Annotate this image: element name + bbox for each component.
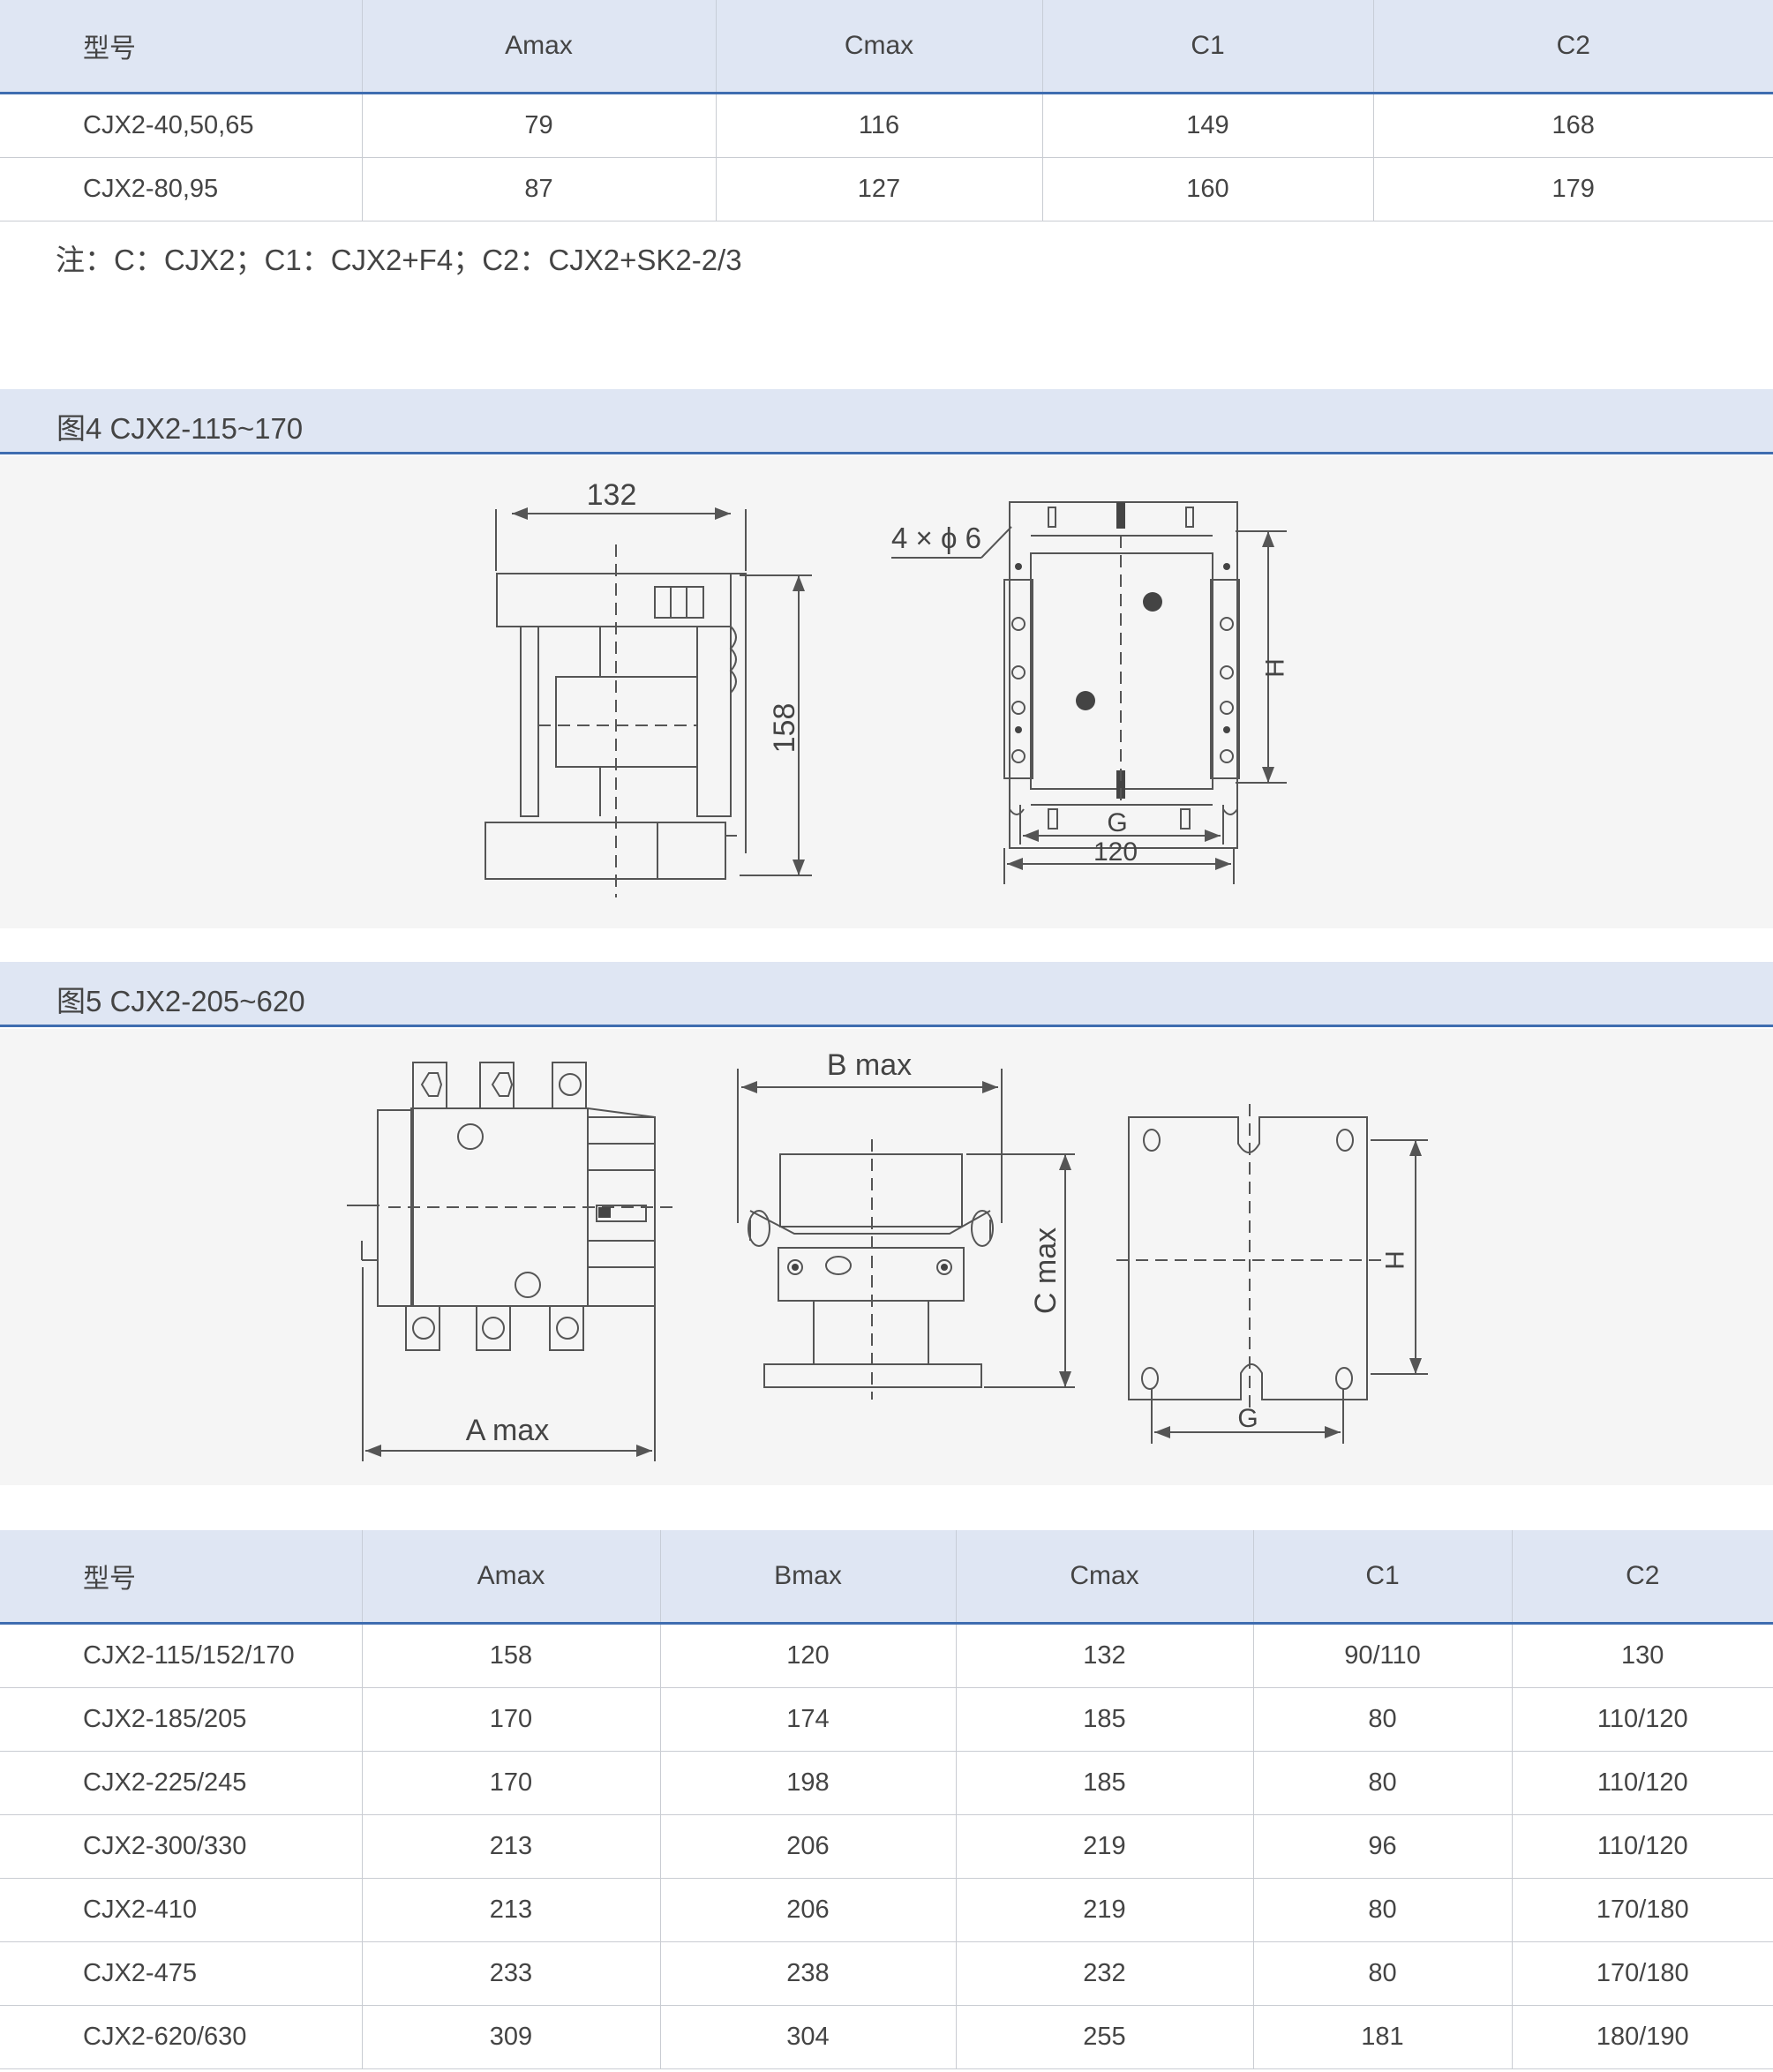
cell: 185 <box>956 1751 1254 1815</box>
cell: 213 <box>362 1814 661 1879</box>
hole-label: 4 × ϕ 6 <box>891 522 981 554</box>
cell: 158 <box>362 1623 661 1688</box>
cell: CJX2-225/245 <box>0 1751 363 1815</box>
cell: 206 <box>660 1878 957 1942</box>
cell: CJX2-300/330 <box>0 1814 363 1879</box>
cell: 179 <box>1373 157 1773 221</box>
cell: 127 <box>716 157 1043 221</box>
cell: 206 <box>660 1814 957 1879</box>
cell: 120 <box>660 1623 957 1688</box>
cell: 110/120 <box>1512 1687 1773 1752</box>
cell: 219 <box>956 1878 1254 1942</box>
cell: 213 <box>362 1878 661 1942</box>
cell: 255 <box>956 2005 1254 2069</box>
cell: CJX2-620/630 <box>0 2005 363 2069</box>
header-c2: C2 <box>1373 0 1773 94</box>
cell: 90/110 <box>1253 1623 1513 1688</box>
header-cmax: Cmax <box>956 1530 1254 1625</box>
cell: 130 <box>1512 1623 1773 1688</box>
dim-width-label: 132 <box>587 478 637 512</box>
header-amax: Amax <box>362 0 717 94</box>
figure4-area: 132 158 4 × ϕ 6 H G 120 <box>0 456 1773 928</box>
header-amax: Amax <box>362 1530 661 1625</box>
header-cmax: Cmax <box>716 0 1043 94</box>
cell: 80 <box>1253 1687 1513 1752</box>
table-header-row: 型号 Amax Cmax C1 C2 <box>0 0 1773 94</box>
cell: 180/190 <box>1512 2005 1773 2069</box>
dim-base-label: 120 <box>1093 837 1138 867</box>
cell: 233 <box>362 1941 661 2006</box>
header-bmax: Bmax <box>660 1530 957 1625</box>
cell: CJX2-115/152/170 <box>0 1623 363 1688</box>
dimension-table-1: 型号 Amax Cmax C1 C2 CJX2-40,50,65 79 116 … <box>0 0 1773 221</box>
table-row: CJX2-225/245 170 198 185 80 110/120 <box>0 1751 1773 1815</box>
cell: 170/180 <box>1512 1878 1773 1942</box>
header-model: 型号 <box>0 1530 363 1625</box>
table-row: CJX2-410 213 206 219 80 170/180 <box>0 1878 1773 1942</box>
table-row: CJX2-80,95 87 127 160 179 <box>0 157 1773 221</box>
figure4-drawing: 132 158 4 × ϕ 6 H G 120 <box>485 478 1288 897</box>
cell: 168 <box>1373 93 1773 158</box>
cell: 79 <box>362 93 717 158</box>
cell: 185 <box>956 1687 1254 1752</box>
cell: 80 <box>1253 1878 1513 1942</box>
cell: 132 <box>956 1623 1254 1688</box>
cell: 309 <box>362 2005 661 2069</box>
figure5-title: 图5 CJX2-205~620 <box>56 985 305 1017</box>
cell: 80 <box>1253 1941 1513 2006</box>
cell: 238 <box>660 1941 957 2006</box>
dim-c-label: C max <box>1029 1227 1063 1314</box>
cell: 232 <box>956 1941 1254 2006</box>
cell: 170 <box>362 1687 661 1752</box>
dim-a-label: A max <box>466 1414 549 1447</box>
dim-b-label: B max <box>827 1048 912 1082</box>
table-header-row: 型号 Amax Bmax Cmax C1 C2 <box>0 1530 1773 1625</box>
dim-height-label: 158 <box>768 703 801 754</box>
cell: 174 <box>660 1687 957 1752</box>
cell: 110/120 <box>1512 1814 1773 1879</box>
cell: 80 <box>1253 1751 1513 1815</box>
figure5-area: A max B max C max H G <box>0 1029 1773 1485</box>
dim-h-label: H <box>1379 1250 1409 1270</box>
dim-h-label: H <box>1259 658 1288 678</box>
table-row: CJX2-185/205 170 174 185 80 110/120 <box>0 1687 1773 1752</box>
table-row: CJX2-300/330 213 206 219 96 110/120 <box>0 1814 1773 1879</box>
cell: 304 <box>660 2005 957 2069</box>
cell: CJX2-40,50,65 <box>0 93 363 158</box>
table-note: 注：C：CJX2；C1：CJX2+F4；C2：CJX2+SK2-2/3 <box>56 244 742 276</box>
header-c1: C1 <box>1253 1530 1513 1625</box>
cell: 181 <box>1253 2005 1513 2069</box>
header-model: 型号 <box>0 0 363 94</box>
table-row: CJX2-620/630 309 304 255 181 180/190 <box>0 2005 1773 2069</box>
cell: CJX2-475 <box>0 1941 363 2006</box>
cell: 170 <box>362 1751 661 1815</box>
cell: 96 <box>1253 1814 1513 1879</box>
header-c2: C2 <box>1512 1530 1773 1625</box>
dim-g-label: G <box>1107 808 1127 837</box>
table-row: CJX2-40,50,65 79 116 149 168 <box>0 93 1773 158</box>
figure5-header: 图5 CJX2-205~620 <box>0 962 1773 1027</box>
header-c1: C1 <box>1042 0 1374 94</box>
cell: 219 <box>956 1814 1254 1879</box>
cell: 198 <box>660 1751 957 1815</box>
cell: CJX2-80,95 <box>0 157 363 221</box>
cell: 160 <box>1042 157 1374 221</box>
cell: 110/120 <box>1512 1751 1773 1815</box>
table-row: CJX2-115/152/170 158 120 132 90/110 130 <box>0 1623 1773 1688</box>
cell: 116 <box>716 93 1043 158</box>
cell: 170/180 <box>1512 1941 1773 2006</box>
table-row: CJX2-475 233 238 232 80 170/180 <box>0 1941 1773 2006</box>
dimension-table-2: 型号 Amax Bmax Cmax C1 C2 CJX2-115/152/170… <box>0 1530 1773 2069</box>
cell: CJX2-410 <box>0 1878 363 1942</box>
cell: 149 <box>1042 93 1374 158</box>
figure5-drawing: A max B max C max H G <box>347 1048 1428 1461</box>
figure4-header: 图4 CJX2-115~170 <box>0 389 1773 454</box>
cell: CJX2-185/205 <box>0 1687 363 1752</box>
cell: 87 <box>362 157 717 221</box>
figure4-title: 图4 CJX2-115~170 <box>56 412 304 445</box>
dim-g-label: G <box>1237 1404 1258 1433</box>
